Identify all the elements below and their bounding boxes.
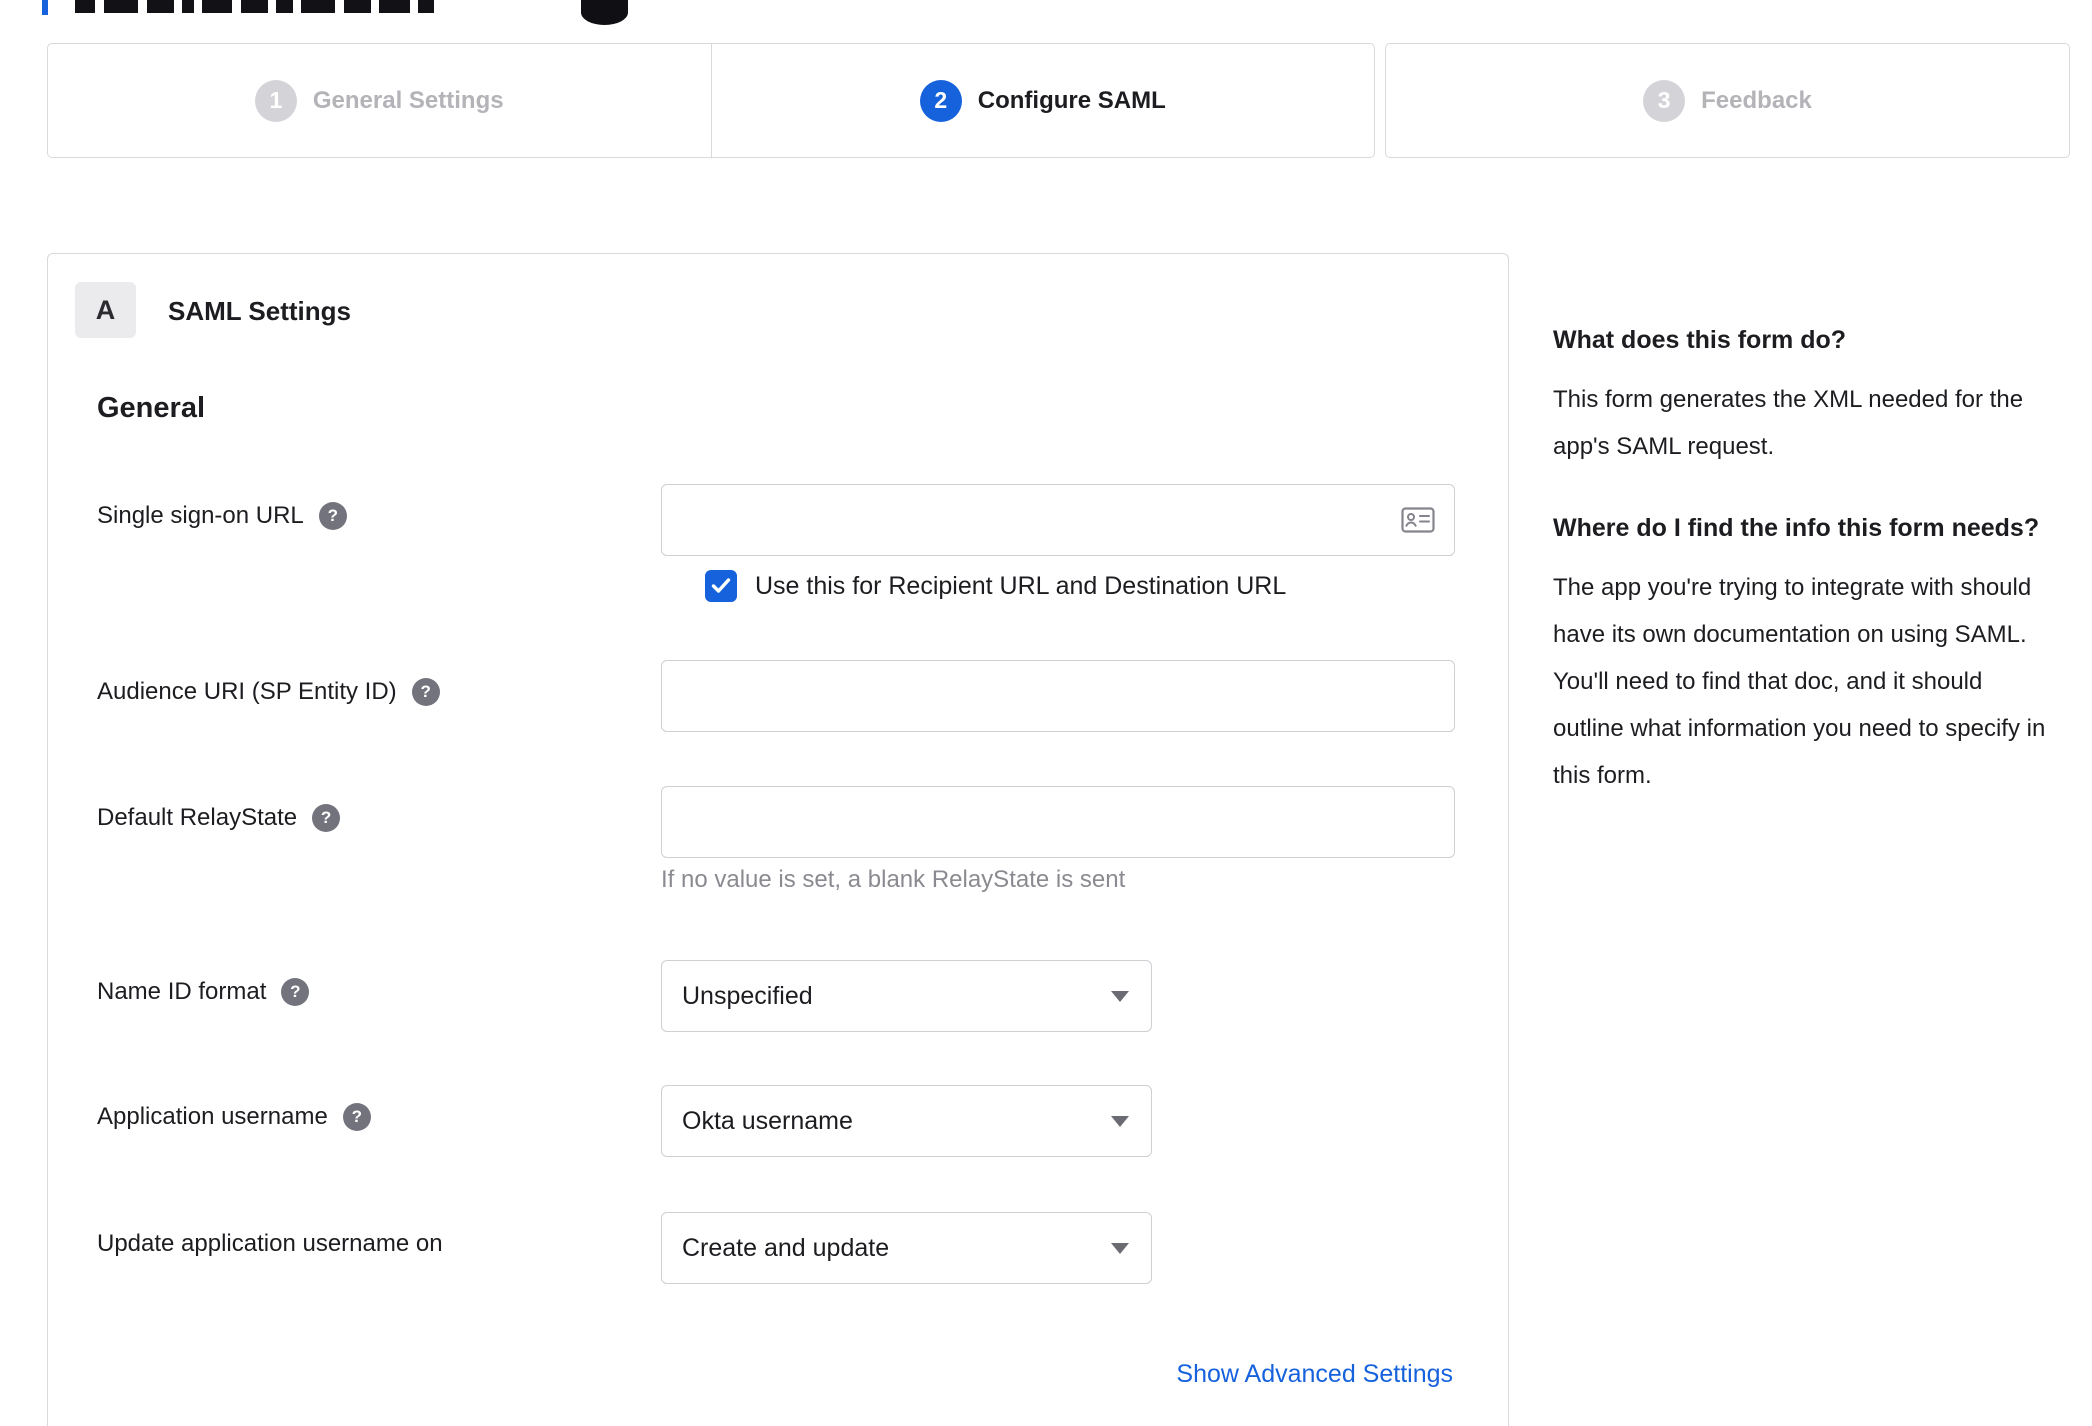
clipped-logo: [581, 0, 628, 25]
step-label: Feedback: [1701, 86, 1812, 114]
clipped-title-glyph: [418, 0, 434, 13]
name-id-format-select[interactable]: Unspecified: [661, 960, 1152, 1032]
caret-down-icon: [1111, 991, 1129, 1002]
caret-down-icon: [1111, 1243, 1129, 1254]
caret-down-icon: [1111, 1116, 1129, 1127]
update-username-label: Update application username on: [97, 1230, 443, 1258]
update-username-label-text: Update application username on: [97, 1230, 443, 1257]
audience-uri-label: Audience URI (SP Entity ID) ?: [97, 678, 440, 706]
clipped-title-glyph: [75, 0, 95, 13]
sso-checkbox-row: Use this for Recipient URL and Destinati…: [705, 570, 1286, 602]
clipped-title-glyph: [182, 0, 194, 13]
sso-url-label: Single sign-on URL ?: [97, 502, 347, 530]
step-number-badge: 2: [919, 79, 962, 122]
help-icon[interactable]: ?: [318, 502, 347, 530]
sidebar-heading-2: Where do I find the info this form needs…: [1553, 514, 2040, 542]
clipped-title-glyph: [344, 0, 371, 13]
clipped-title-glyph: [147, 0, 174, 13]
relay-state-helper-text: If no value is set, a blank RelayState i…: [661, 866, 1126, 893]
sso-url-input[interactable]: [661, 484, 1455, 556]
step-number-badge: 3: [1643, 79, 1686, 122]
clipped-cursor-bar: [42, 0, 48, 15]
clipped-title-glyph: [379, 0, 410, 13]
step-general-settings[interactable]: 1 General Settings: [48, 44, 711, 157]
sso-url-label-text: Single sign-on URL: [97, 502, 304, 529]
section-badge: A: [75, 282, 136, 338]
sso-url-field-wrap: [661, 484, 1455, 556]
audience-uri-input[interactable]: [661, 660, 1455, 732]
recipient-url-checkbox[interactable]: [705, 570, 737, 602]
clipped-title-glyph: [241, 0, 268, 13]
contact-card-icon[interactable]: [1401, 507, 1435, 533]
wizard-stepper: 1 General Settings 2 Configure SAML 3 Fe…: [47, 43, 2070, 158]
help-icon[interactable]: ?: [411, 678, 440, 706]
step-label: General Settings: [312, 86, 504, 114]
checkbox-label: Use this for Recipient URL and Destinati…: [755, 571, 1287, 600]
step-configure-saml[interactable]: 2 Configure SAML: [710, 44, 1375, 157]
section-title: SAML Settings: [168, 296, 351, 326]
application-username-label: Application username ?: [97, 1103, 371, 1131]
application-username-label-text: Application username: [97, 1103, 328, 1130]
sidebar-heading-1: What does this form do?: [1553, 326, 1847, 354]
step-label: Configure SAML: [977, 86, 1166, 114]
help-icon[interactable]: ?: [312, 804, 341, 832]
form-help-sidebar: What does this form do? This form genera…: [1553, 322, 2058, 839]
clipped-title-glyph: [276, 0, 293, 13]
relay-state-field-wrap: [661, 786, 1455, 858]
saml-settings-panel: A SAML Settings General Single sign-on U…: [47, 253, 1509, 1426]
clipped-title-glyph: [104, 0, 138, 13]
show-advanced-settings-link[interactable]: Show Advanced Settings: [1176, 1360, 1453, 1389]
stepper-group-right: 3 Feedback: [1385, 43, 2070, 158]
page: 1 General Settings 2 Configure SAML 3 Fe…: [0, 0, 2092, 1426]
clipped-title-glyph: [301, 0, 335, 13]
step-feedback[interactable]: 3 Feedback: [1386, 44, 2069, 157]
relay-state-label-text: Default RelayState: [97, 804, 298, 831]
selected-value: Okta username: [682, 1106, 853, 1135]
application-username-select[interactable]: Okta username: [661, 1085, 1152, 1157]
audience-uri-label-text: Audience URI (SP Entity ID): [97, 678, 397, 705]
sidebar-body-2: The app you're trying to integrate with …: [1553, 574, 2046, 789]
stepper-group-left: 1 General Settings 2 Configure SAML: [47, 43, 1375, 158]
selected-value: Unspecified: [682, 981, 813, 1010]
update-username-select[interactable]: Create and update: [661, 1212, 1152, 1284]
group-title: General: [97, 392, 205, 424]
audience-uri-field-wrap: [661, 660, 1455, 732]
relay-state-input[interactable]: [661, 786, 1455, 858]
clipped-title-glyph: [202, 0, 232, 13]
help-icon[interactable]: ?: [281, 978, 310, 1006]
step-number-badge: 1: [254, 79, 297, 122]
help-icon[interactable]: ?: [342, 1103, 371, 1131]
name-id-format-label-text: Name ID format: [97, 978, 267, 1005]
name-id-format-label: Name ID format ?: [97, 978, 310, 1006]
sidebar-body-1: This form generates the XML needed for t…: [1553, 386, 2024, 460]
selected-value: Create and update: [682, 1233, 890, 1262]
relay-state-label: Default RelayState ?: [97, 804, 341, 832]
